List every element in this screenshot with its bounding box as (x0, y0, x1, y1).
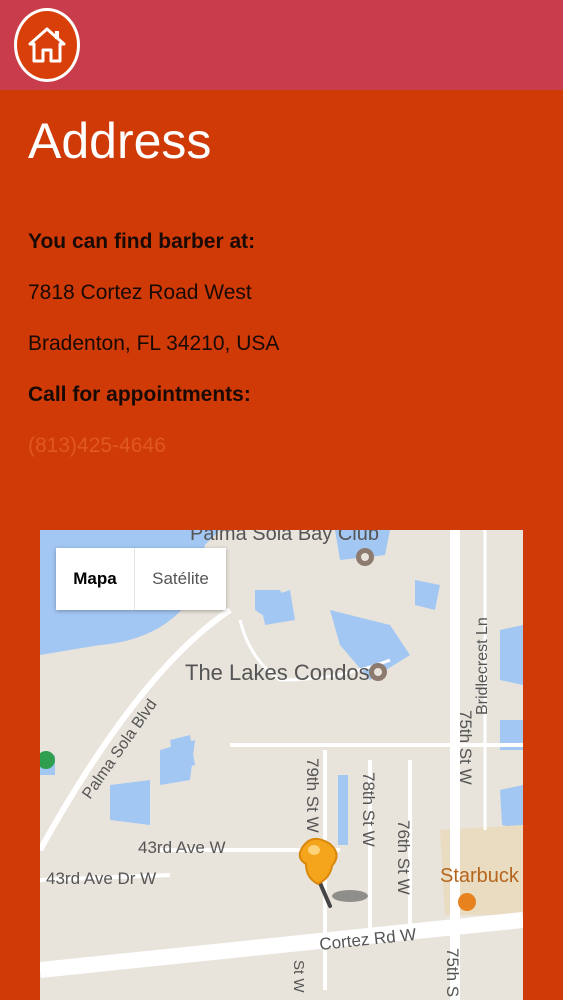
phone-link[interactable]: (813)425-4646 (28, 434, 166, 458)
address-line-2: Bradenton, FL 34210, USA (28, 332, 280, 355)
map-label-bridlecrest: Bridlecrest Ln (474, 617, 491, 715)
map-label-ave43: 43rd Ave W (138, 838, 226, 857)
map-view[interactable]: Palma Sola Bay Club The Lakes Condos Pal… (40, 530, 523, 1000)
map-label-starbucks: Starbuck (440, 865, 520, 887)
map-label-st75b: 75th S (443, 948, 462, 997)
map-label-cortez: Cortez Rd W (318, 925, 417, 954)
home-button[interactable] (14, 8, 80, 82)
intro-text: You can find barber at: (28, 230, 256, 253)
map-label-st76: 76th St W (394, 820, 413, 895)
map-label-st79: 79th St W (303, 758, 322, 833)
address-line-1: 7818 Cortez Road West (28, 281, 252, 304)
map-tab[interactable]: Mapa (56, 548, 134, 610)
map-type-toggle: Mapa Satélite (56, 548, 226, 610)
map-label-stw: St W (290, 960, 307, 993)
page-title: Address (28, 113, 212, 169)
map-label-club: Palma Sola Bay Club (190, 530, 379, 545)
app-header (0, 0, 563, 90)
home-icon (28, 27, 66, 63)
satellite-tab[interactable]: Satélite (134, 548, 226, 610)
map-label-ave43dr: 43rd Ave Dr W (46, 869, 156, 888)
appointments-label: Call for appointments: (28, 383, 251, 406)
map-pin-icon[interactable] (298, 837, 368, 908)
map-label-st75: 75th St W (456, 710, 475, 785)
map-label-condos: The Lakes Condos (185, 660, 370, 685)
map-label-st78: 78th St W (359, 772, 378, 847)
